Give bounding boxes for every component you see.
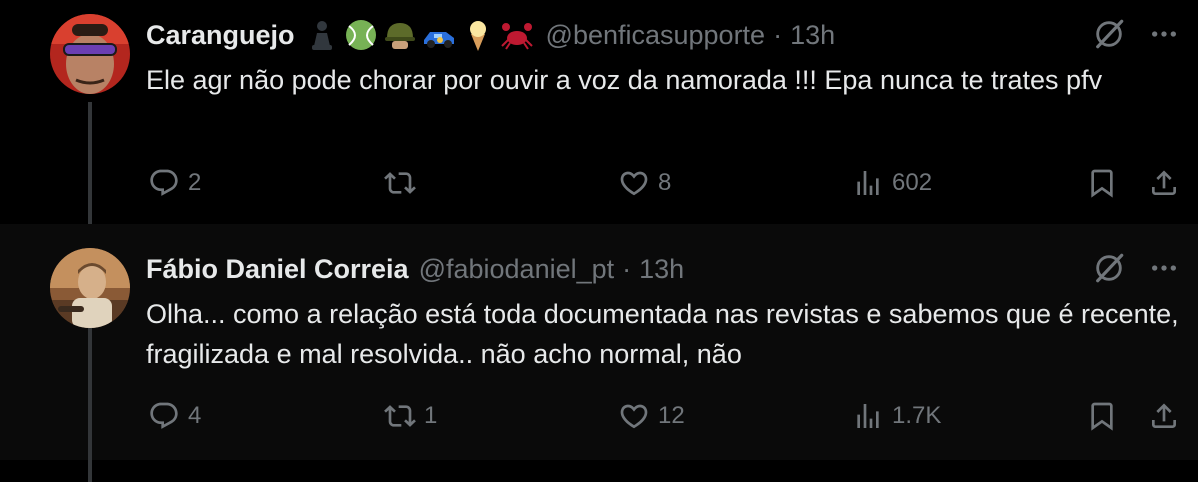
repost-button[interactable]: 1 [384,400,437,432]
ice-cream-icon [469,21,486,51]
timestamp[interactable]: 13h [639,254,684,285]
repost-button[interactable] [384,167,424,199]
tweet-text: Olha... como a relação está toda documen… [146,299,1179,369]
handle[interactable]: @fabiodaniel_pt [419,254,615,285]
views-count: 602 [892,169,933,196]
separator: · [622,253,632,284]
share-button[interactable] [1148,400,1180,432]
thread-line [88,460,92,482]
military-helmet-icon [384,23,415,49]
avatar[interactable] [50,248,130,328]
like-button[interactable]: 8 [618,167,671,199]
views-icon [852,400,884,432]
reply-button[interactable]: 2 [148,167,201,199]
tweet-card[interactable]: Fábio Daniel Correia @fabiodaniel_pt · 1… [0,224,1198,460]
tweet-header: Fábio Daniel Correia @fabiodaniel_pt · 1… [146,251,684,287]
repost-icon [384,400,416,432]
like-count: 12 [658,402,685,429]
avatar[interactable] [50,14,130,94]
grok-icon[interactable] [1092,17,1126,51]
reply-icon [148,167,180,199]
reply-count: 4 [188,402,202,429]
chess-pawn-icon [311,21,332,50]
share-icon [1148,400,1180,432]
bookmark-icon [1086,167,1118,199]
bookmark-button[interactable] [1086,400,1118,432]
more-icon[interactable] [1148,252,1180,284]
views-icon [852,167,884,199]
views-button[interactable]: 602 [852,167,932,199]
thread-line [88,102,92,224]
display-name[interactable]: Fábio Daniel Correia [146,254,409,285]
tweet-text: Ele agr não pode chorar por ouvir a voz … [146,65,1103,95]
like-icon [618,167,650,199]
views-count: 1.7K [892,402,942,429]
racing-car-icon [423,32,454,48]
share-button[interactable] [1148,167,1180,199]
tweet-header: Caranguejo @benficasupporte · 13h [146,17,835,53]
reply-count: 2 [188,169,202,196]
name-emojis [305,18,534,52]
next-tweet-edge [0,460,1198,482]
repost-count: 1 [424,402,438,429]
more-icon[interactable] [1148,18,1180,50]
handle[interactable]: @benficasupporte [546,20,766,51]
like-count: 8 [658,169,672,196]
reply-button[interactable]: 4 [148,400,201,432]
timestamp[interactable]: 13h [790,20,835,51]
separator: · [773,19,783,50]
share-icon [1148,167,1180,199]
repost-icon [384,167,416,199]
bookmark-button[interactable] [1086,167,1118,199]
display-name[interactable]: Caranguejo [146,20,295,51]
thread-line [88,328,92,460]
like-icon [618,400,650,432]
tweet-card[interactable]: Caranguejo @benficasupporte · 13h Ele ag… [0,0,1198,224]
like-button[interactable]: 12 [618,400,685,432]
crab-icon [500,23,533,50]
views-button[interactable]: 1.7K [852,400,941,432]
grok-icon[interactable] [1092,251,1126,285]
reply-icon [148,400,180,432]
bookmark-icon [1086,400,1118,432]
tennis-ball-icon [345,20,376,50]
